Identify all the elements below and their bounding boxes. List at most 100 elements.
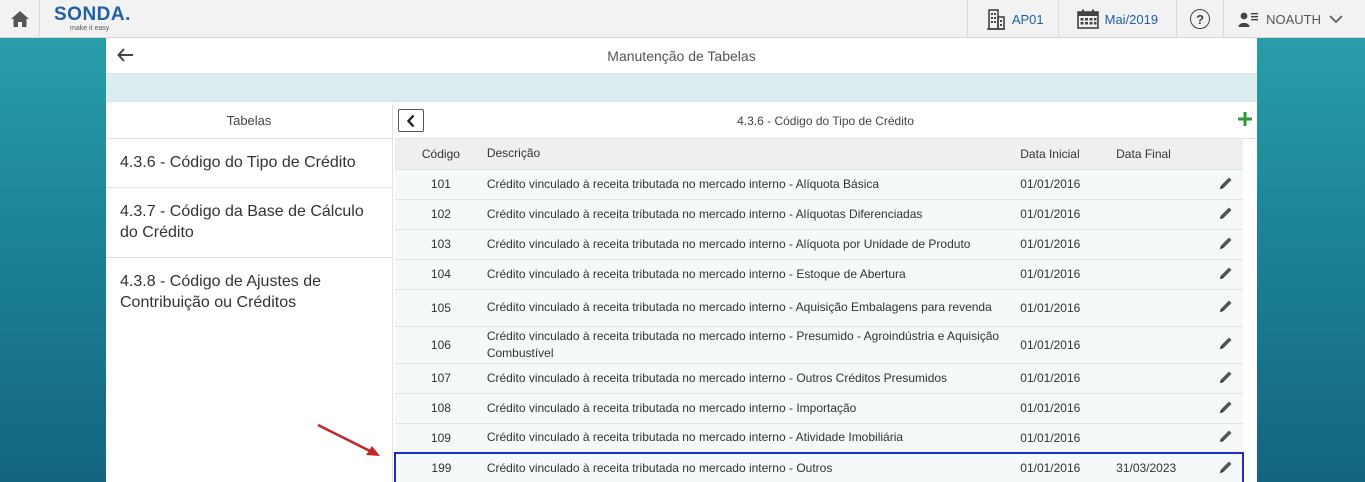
edit-button[interactable]	[1209, 258, 1243, 289]
column-header-description[interactable]: Descrição	[487, 139, 1020, 169]
plus-icon	[1238, 112, 1252, 126]
cell-description: Crédito vinculado à receita tributada no…	[486, 228, 1021, 259]
cell-description: Crédito vinculado à receita tributada no…	[486, 422, 1021, 453]
column-header-code[interactable]: Código	[395, 139, 487, 169]
pencil-icon	[1220, 371, 1232, 383]
page-title: Manutenção de Tabelas	[607, 47, 756, 64]
period-selector[interactable]: Mai/2019	[1057, 0, 1176, 38]
cell-description: Crédito vinculado à receita tributada no…	[486, 168, 1021, 199]
table-row[interactable]: 109 Crédito vinculado à receita tributada…	[395, 422, 1243, 453]
credit-type-table: Código Descrição Data Inicial Data Final…	[394, 139, 1244, 482]
table-row[interactable]: 108 Crédito vinculado à receita tributada…	[395, 392, 1243, 423]
table-row[interactable]: 103 Crédito vinculado à receita tributada…	[395, 228, 1243, 259]
home-button[interactable]	[0, 0, 40, 38]
cell-code: 106	[395, 325, 487, 363]
cell-end-date	[1116, 258, 1210, 289]
pencil-icon	[1220, 207, 1232, 219]
cell-start-date: 01/01/2016	[1020, 228, 1117, 259]
pencil-icon	[1220, 267, 1232, 279]
cell-description: Crédito vinculado à receita tributada no…	[486, 198, 1021, 229]
cell-end-date	[1116, 362, 1210, 393]
edit-button[interactable]	[1209, 422, 1243, 453]
cell-end-date	[1116, 168, 1210, 199]
table-item-437[interactable]: 4.3.7 - Código da Base de Cálculo do Cré…	[106, 188, 392, 258]
chevron-down-icon	[1329, 15, 1343, 24]
period-label: Mai/2019	[1104, 11, 1159, 27]
cell-code: 103	[395, 228, 487, 259]
pencil-icon	[1219, 461, 1231, 473]
cell-start-date: 01/01/2016	[1020, 362, 1117, 393]
column-header-end-date[interactable]: Data Final	[1116, 139, 1209, 169]
column-header-start-date[interactable]: Data Inicial	[1020, 139, 1116, 169]
cell-description: Crédito vinculado à receita tributada no…	[486, 288, 1021, 326]
table-row[interactable]: 107 Crédito vinculado à receita tributada…	[395, 362, 1243, 393]
help-icon: ?	[1190, 9, 1211, 29]
table-row[interactable]: 102 Crédito vinculado à receita tributada…	[395, 198, 1243, 229]
table-row[interactable]: 101 Crédito vinculado à receita tributada…	[395, 168, 1243, 199]
cell-code: 109	[395, 422, 487, 453]
cell-description: Crédito vinculado à receita tributada no…	[486, 392, 1021, 423]
user-icon	[1238, 12, 1259, 27]
prev-button[interactable]	[398, 109, 424, 132]
table-row[interactable]: 105 Crédito vinculado à receita tributada…	[395, 288, 1243, 326]
edit-button[interactable]	[1209, 325, 1243, 363]
edit-button[interactable]	[1209, 362, 1243, 393]
user-menu[interactable]: NOAUTH	[1223, 0, 1365, 38]
cell-start-date: 01/01/2016	[1020, 452, 1117, 482]
tables-header: Tabelas	[106, 103, 392, 139]
pencil-icon	[1220, 177, 1232, 189]
cell-description: Crédito vinculado à receita tributada no…	[486, 452, 1021, 482]
table-item-438[interactable]: 4.3.8 - Código de Ajustes de Contribuiçã…	[106, 258, 392, 327]
cell-end-date	[1116, 392, 1210, 423]
brand-logo: SONDA. make it easy	[54, 5, 131, 32]
add-button[interactable]	[1237, 108, 1253, 132]
edit-button[interactable]	[1209, 198, 1243, 229]
panel-header: Manutenção de Tabelas	[106, 38, 1257, 74]
cell-end-date: 31/03/2023	[1116, 452, 1210, 482]
edit-button[interactable]	[1209, 288, 1243, 326]
edit-button[interactable]	[1209, 228, 1243, 259]
detail-title: 4.3.6 - Código do Tipo de Crédito	[737, 113, 914, 128]
building-icon	[986, 9, 1005, 30]
cell-start-date: 01/01/2016	[1020, 168, 1117, 199]
cell-end-date	[1116, 288, 1210, 326]
chevron-left-icon	[406, 114, 415, 127]
cell-start-date: 01/01/2016	[1020, 422, 1117, 453]
edit-button[interactable]	[1209, 168, 1243, 199]
table-row[interactable]: 199 Crédito vinculado à receita tributada…	[394, 452, 1244, 482]
edit-button[interactable]	[1209, 392, 1243, 423]
table-header-row: Código Descrição Data Inicial Data Final	[395, 139, 1243, 169]
column-header-actions	[1209, 139, 1243, 169]
user-name: NOAUTH	[1266, 11, 1321, 27]
cell-end-date	[1116, 422, 1210, 453]
main-panel: Manutenção de Tabelas Tabelas 4.3.6 - Có…	[106, 38, 1257, 482]
calendar-icon	[1076, 9, 1099, 29]
cell-code: 105	[395, 288, 487, 326]
edit-button[interactable]	[1209, 452, 1244, 482]
filter-band	[106, 74, 1257, 102]
pencil-icon	[1220, 237, 1232, 249]
cell-start-date: 01/01/2016	[1020, 325, 1117, 363]
help-button[interactable]: ?	[1176, 0, 1223, 38]
table-row[interactable]: 106 Crédito vinculado à receita tributada…	[395, 325, 1243, 363]
pencil-icon	[1220, 401, 1232, 413]
cell-code: 107	[395, 362, 487, 393]
cell-code: 102	[395, 198, 487, 229]
cell-start-date: 01/01/2016	[1020, 258, 1117, 289]
company-label: AP01	[1011, 11, 1044, 27]
table-row[interactable]: 104 Crédito vinculado à receita tributada…	[395, 258, 1243, 289]
table-item-436[interactable]: 4.3.6 - Código do Tipo de Crédito	[106, 139, 392, 188]
top-bar: SONDA. make it easy AP01 Mai/2019 ? NOAU…	[0, 0, 1365, 38]
cell-start-date: 01/01/2016	[1020, 288, 1117, 326]
cell-description: Crédito vinculado à receita tributada no…	[486, 258, 1021, 289]
annotation-arrow-icon	[317, 423, 380, 456]
cell-description: Crédito vinculado à receita tributada no…	[486, 325, 1021, 363]
cell-start-date: 01/01/2016	[1020, 198, 1117, 229]
cell-code: 104	[395, 258, 487, 289]
pencil-icon	[1220, 300, 1232, 312]
arrow-left-icon[interactable]	[116, 45, 136, 65]
detail-header: 4.3.6 - Código do Tipo de Crédito	[394, 103, 1257, 139]
cell-description: Crédito vinculado à receita tributada no…	[486, 362, 1021, 393]
cell-code: 199	[394, 452, 487, 482]
company-selector[interactable]: AP01	[966, 0, 1058, 38]
